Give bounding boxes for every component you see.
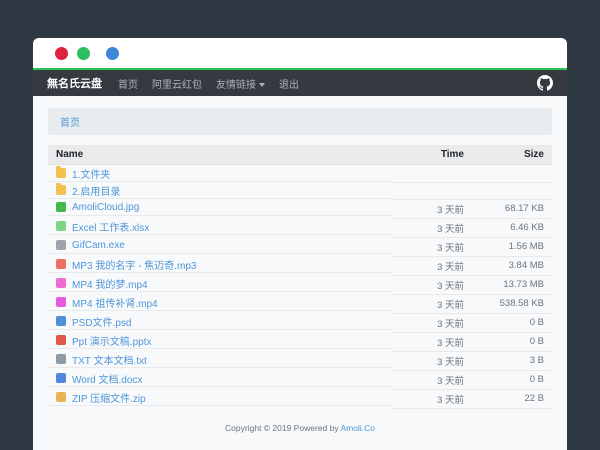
file-size: [472, 165, 552, 183]
file-size: 0 B: [472, 313, 552, 332]
minimize-window-button[interactable]: [77, 47, 90, 60]
file-time: 3 天前: [392, 199, 472, 218]
file-size: 538.58 KB: [472, 294, 552, 313]
file-time: 3 天前: [392, 256, 472, 275]
nav-item-home[interactable]: 首页: [118, 76, 138, 91]
file-time: 3 天前: [392, 389, 472, 408]
maximize-window-button[interactable]: [106, 47, 119, 60]
zip-file-icon: [56, 392, 66, 402]
column-header-size: Size: [472, 145, 552, 165]
table-row: PSD文件.psd 3 天前 0 B: [48, 313, 552, 332]
table-row: MP4 祖传补肾.mp4 3 天前 538.58 KB: [48, 294, 552, 313]
file-link[interactable]: TXT 文本文档.txt: [72, 352, 147, 367]
file-link[interactable]: ZIP 压缩文件.zip: [72, 390, 146, 405]
file-link[interactable]: Word 文档.docx: [72, 371, 142, 386]
file-link[interactable]: MP4 祖传补肾.mp4: [72, 295, 158, 310]
file-time: 3 天前: [392, 370, 472, 389]
file-time: [392, 165, 472, 183]
breadcrumb-home-link[interactable]: 首页: [60, 118, 80, 129]
file-time: 3 天前: [392, 313, 472, 332]
file-link[interactable]: MP3 我的名字 - 焦迈奇.mp3: [72, 257, 196, 272]
file-time: 3 天前: [392, 294, 472, 313]
file-link[interactable]: 1.文件夹: [72, 166, 110, 181]
video-file-icon: [56, 297, 66, 307]
folder-icon: [56, 168, 66, 178]
excel-file-icon: [56, 221, 66, 231]
file-link[interactable]: Ppt 演示文稿.pptx: [72, 333, 151, 348]
file-size: 0 B: [472, 370, 552, 389]
file-time: [392, 182, 472, 199]
file-link[interactable]: AmoliCloud.jpg: [72, 202, 139, 213]
column-header-name: Name: [48, 145, 392, 165]
file-link[interactable]: PSD文件.psd: [72, 314, 131, 329]
table-row: MP4 我的梦.mp4 3 天前 13.73 MB: [48, 275, 552, 294]
file-size: 0 B: [472, 332, 552, 351]
file-time: 3 天前: [392, 218, 472, 237]
video-file-icon: [56, 278, 66, 288]
file-time: 3 天前: [392, 332, 472, 351]
table-row: Excel 工作表.xlsx 3 天前 6.46 KB: [48, 218, 552, 237]
table-row: 2.启用目录: [48, 182, 552, 199]
table-row: Ppt 演示文稿.pptx 3 天前 0 B: [48, 332, 552, 351]
file-link[interactable]: Excel 工作表.xlsx: [72, 219, 149, 234]
table-row: Word 文档.docx 3 天前 0 B: [48, 370, 552, 389]
table-row: GifCam.exe 3 天前 1.56 MB: [48, 237, 552, 256]
file-size: [472, 182, 552, 199]
page-content: 首页 Name Time Size 1.文件夹: [33, 96, 567, 450]
image-file-icon: [56, 202, 66, 212]
nav-item-logout[interactable]: 退出: [279, 76, 299, 91]
file-size: 13.73 MB: [472, 275, 552, 294]
footer: Copyright © 2019 Powered by Amoli.Co: [48, 409, 552, 443]
folder-icon: [56, 185, 66, 195]
file-time: 3 天前: [392, 275, 472, 294]
file-size: 1.56 MB: [472, 237, 552, 256]
close-window-button[interactable]: [55, 47, 68, 60]
audio-file-icon: [56, 259, 66, 269]
file-link[interactable]: 2.启用目录: [72, 183, 120, 198]
nav-item-label: 友情链接: [216, 80, 256, 91]
table-row: ZIP 压缩文件.zip 3 天前 22 B: [48, 389, 552, 408]
table-row: MP3 我的名字 - 焦迈奇.mp3 3 天前 3.84 MB: [48, 256, 552, 275]
file-size: 68.17 KB: [472, 199, 552, 218]
file-time: 3 天前: [392, 351, 472, 370]
file-table: Name Time Size 1.文件夹 2.启用目录: [48, 145, 552, 409]
browser-window: 無名氏云盘 首页 阿里云红包 友情链接 退出 首页 Name Time Size: [33, 38, 567, 450]
github-icon[interactable]: [537, 75, 553, 91]
text-file-icon: [56, 354, 66, 364]
file-link[interactable]: MP4 我的梦.mp4: [72, 276, 148, 291]
table-row: TXT 文本文档.txt 3 天前 3 B: [48, 351, 552, 370]
exe-file-icon: [56, 240, 66, 250]
file-size: 6.46 KB: [472, 218, 552, 237]
nav-item-friend-links-dropdown[interactable]: 友情链接: [216, 76, 265, 91]
column-header-time: Time: [392, 145, 472, 165]
table-row: AmoliCloud.jpg 3 天前 68.17 KB: [48, 199, 552, 218]
file-link[interactable]: GifCam.exe: [72, 240, 125, 251]
navbar: 無名氏云盘 首页 阿里云红包 友情链接 退出: [33, 68, 567, 96]
footer-amoli-link[interactable]: Amoli.Co: [340, 423, 374, 433]
file-time: 3 天前: [392, 237, 472, 256]
word-file-icon: [56, 373, 66, 383]
table-row: 1.文件夹: [48, 165, 552, 183]
table-header-row: Name Time Size: [48, 145, 552, 165]
breadcrumb: 首页: [48, 108, 552, 135]
copyright-text: Copyright © 2019 Powered by: [225, 423, 340, 433]
brand-logo[interactable]: 無名氏云盘: [47, 75, 102, 91]
nav-item-aliyun-redpacket[interactable]: 阿里云红包: [152, 76, 202, 91]
psd-file-icon: [56, 316, 66, 326]
window-titlebar: [33, 38, 567, 68]
file-size: 3.84 MB: [472, 256, 552, 275]
file-size: 22 B: [472, 389, 552, 408]
chevron-down-icon: [259, 83, 265, 87]
file-size: 3 B: [472, 351, 552, 370]
ppt-file-icon: [56, 335, 66, 345]
